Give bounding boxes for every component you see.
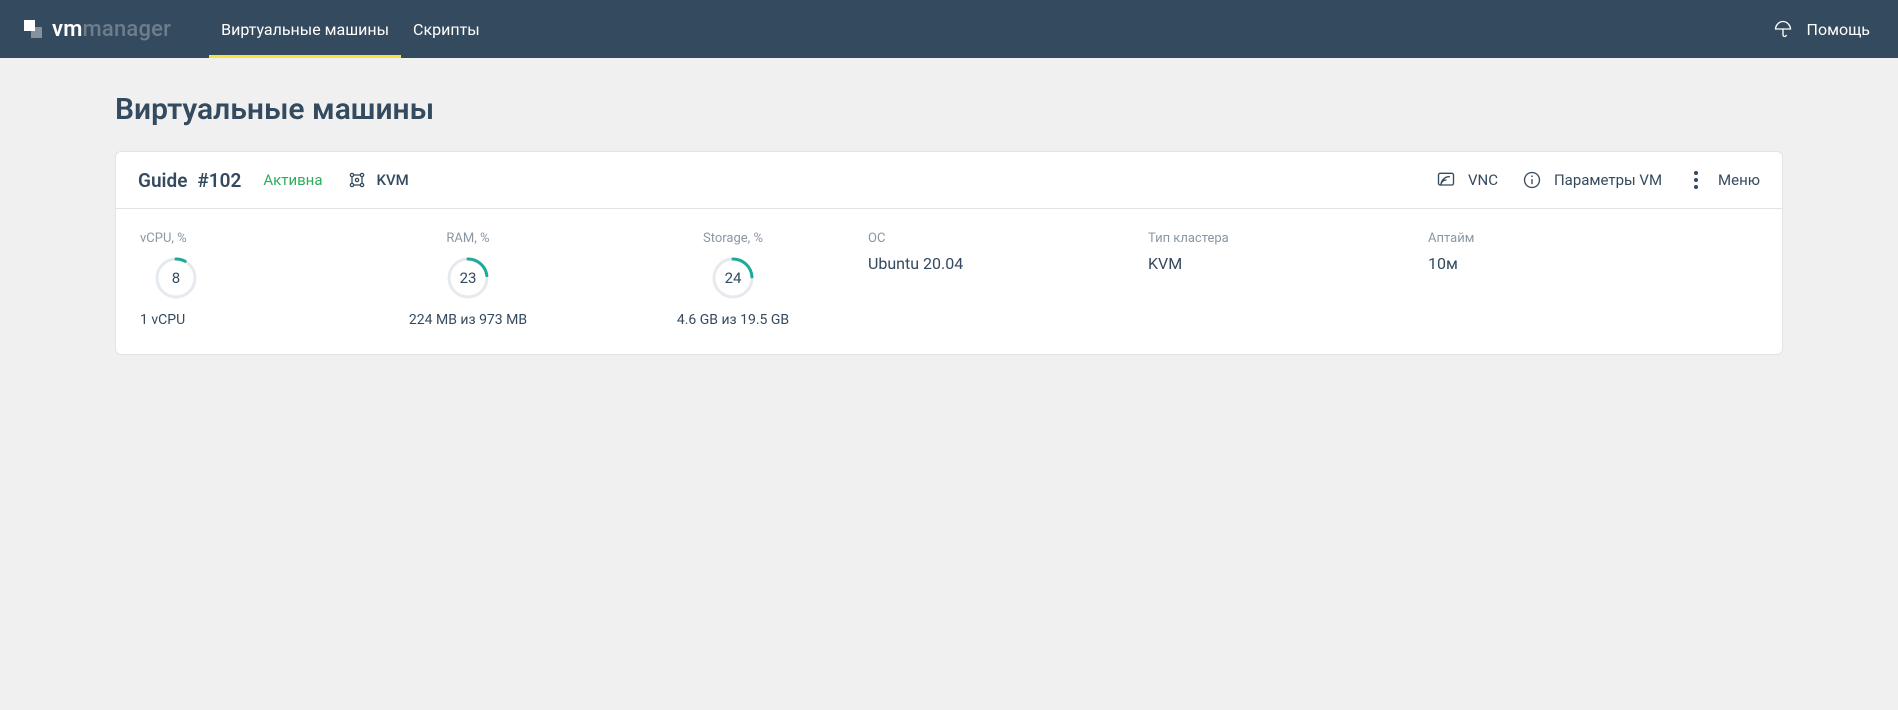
page-title: Виртуальные машины bbox=[115, 92, 1783, 127]
logo-icon bbox=[24, 20, 44, 38]
virt-type-badge: KVM bbox=[345, 168, 409, 192]
cast-icon bbox=[1434, 168, 1458, 192]
info-os: ОС Ubuntu 20.04 bbox=[868, 231, 1148, 328]
gauge-ram-label: RAM, % bbox=[446, 231, 489, 246]
gauge-storage-value: 24 bbox=[711, 256, 755, 300]
help-label: Помощь bbox=[1807, 20, 1870, 39]
gauge-storage-ring: 24 bbox=[711, 256, 755, 300]
info-icon bbox=[1520, 168, 1544, 192]
gauge-ram-ring: 23 bbox=[446, 256, 490, 300]
info-cluster: Тип кластера KVM bbox=[1148, 231, 1428, 328]
info-cluster-label: Тип кластера bbox=[1148, 231, 1428, 246]
gauge-ram-detail: 224 MB из 973 MB bbox=[409, 312, 527, 328]
menu-label: Меню bbox=[1718, 171, 1760, 189]
gauge-vcpu-ring: 8 bbox=[154, 256, 198, 300]
app-header: vmmanager Виртуальные машины Скрипты Пом… bbox=[0, 0, 1898, 58]
gauge-storage-detail: 4.6 GB из 19.5 GB bbox=[677, 312, 789, 328]
gauge-storage-label: Storage, % bbox=[703, 231, 763, 246]
vm-card: Guide #102 Активна KVM bbox=[115, 151, 1783, 355]
info-uptime-value: 10м bbox=[1428, 254, 1608, 273]
info-cluster-value: KVM bbox=[1148, 254, 1428, 273]
main-nav: Виртуальные машины Скрипты bbox=[209, 0, 492, 58]
logo-text-bold: vm bbox=[52, 17, 83, 42]
vm-card-body: vCPU, % 8 1 vCPU RAM, % bbox=[116, 209, 1782, 354]
nav-scripts[interactable]: Скрипты bbox=[401, 0, 492, 58]
umbrella-icon bbox=[1771, 17, 1795, 41]
logo-text-dim: manager bbox=[83, 17, 172, 42]
vm-status: Активна bbox=[263, 171, 322, 189]
cluster-icon bbox=[345, 168, 369, 192]
gauge-vcpu-label: vCPU, % bbox=[140, 231, 187, 246]
gauge-ram-value: 23 bbox=[446, 256, 490, 300]
gauge-vcpu-detail: 1 vCPU bbox=[140, 312, 185, 328]
info-os-label: ОС bbox=[868, 231, 1148, 246]
vm-name: Guide bbox=[138, 169, 187, 192]
gauge-storage: Storage, % 24 4.6 GB из 19.5 GB bbox=[598, 231, 868, 328]
vnc-button[interactable]: VNC bbox=[1434, 168, 1498, 192]
header-spacer bbox=[492, 0, 1743, 58]
nav-label: Виртуальные машины bbox=[221, 20, 389, 39]
page-body: Виртуальные машины Guide #102 Активна KV… bbox=[0, 58, 1898, 355]
vnc-label: VNC bbox=[1468, 171, 1498, 189]
info-uptime: Аптайм 10м bbox=[1428, 231, 1608, 328]
vm-menu-button[interactable]: Меню bbox=[1684, 168, 1760, 192]
nav-virtual-machines[interactable]: Виртуальные машины bbox=[209, 0, 401, 58]
virt-type-label: KVM bbox=[377, 171, 409, 189]
gauge-vcpu-value: 8 bbox=[154, 256, 198, 300]
gauge-vcpu: vCPU, % 8 1 vCPU bbox=[138, 231, 338, 328]
params-label: Параметры VM bbox=[1554, 171, 1662, 189]
gauge-ram: RAM, % 23 224 MB из 973 MB bbox=[338, 231, 598, 328]
kebab-icon bbox=[1684, 168, 1708, 192]
info-os-value: Ubuntu 20.04 bbox=[868, 254, 1148, 273]
info-uptime-label: Аптайм bbox=[1428, 231, 1608, 246]
logo[interactable]: vmmanager bbox=[24, 0, 171, 58]
help-link[interactable]: Помощь bbox=[1743, 0, 1898, 58]
nav-label: Скрипты bbox=[413, 20, 480, 39]
vm-id: #102 bbox=[197, 169, 241, 192]
vm-card-header: Guide #102 Активна KVM bbox=[116, 152, 1782, 209]
vm-params-button[interactable]: Параметры VM bbox=[1520, 168, 1662, 192]
